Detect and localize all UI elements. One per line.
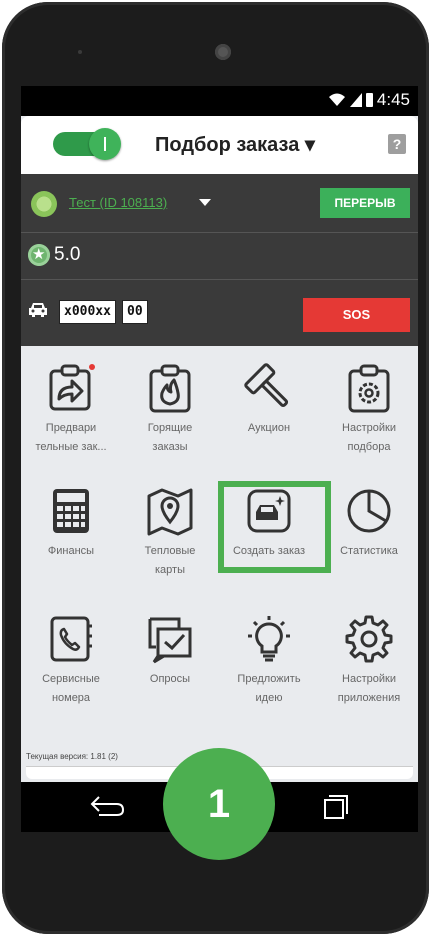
app-header: Подбор заказа ▾ ?	[21, 116, 418, 174]
clipboard-gear-icon	[348, 364, 390, 413]
calculator-icon	[53, 489, 89, 533]
front-camera	[215, 44, 231, 60]
tile-auction[interactable]: Аукцион	[221, 363, 317, 438]
chevron-down-icon[interactable]	[199, 199, 211, 206]
driver-avatar	[31, 191, 57, 217]
tile-label: тельные зак...	[35, 441, 107, 453]
driver-row: Тест (ID 108113) ПЕРЕРЫВ	[21, 174, 418, 232]
sensor-dot	[78, 50, 82, 54]
tile-label: подбора	[347, 441, 391, 453]
tile-label: идею	[255, 692, 283, 704]
tile-label: Аукцион	[247, 422, 291, 434]
tile-statistics[interactable]: Статистика	[321, 486, 417, 561]
back-arrow-icon[interactable]	[89, 795, 125, 817]
tile-label: Финансы	[47, 545, 95, 557]
tile-selection-settings[interactable]: Настройки подбора	[321, 363, 417, 457]
wifi-icon	[328, 93, 345, 106]
tile-label: Настройки	[342, 422, 396, 434]
plate-number: х000хх	[59, 300, 116, 324]
tile-label: Настройки	[342, 673, 396, 685]
gear-icon	[345, 615, 393, 663]
tile-service-numbers[interactable]: Сервисные номера	[23, 614, 119, 708]
online-toggle[interactable]	[53, 128, 121, 160]
clipboard-forward-icon	[49, 364, 95, 411]
tile-suggest-idea[interactable]: Предложить идею	[221, 614, 317, 708]
vehicle-row: х000хх 00 SOS	[21, 280, 418, 346]
tile-label: карты	[155, 564, 185, 576]
tile-label: приложения	[337, 692, 401, 704]
mode-dropdown[interactable]: Подбор заказа ▾	[155, 132, 315, 157]
signal-icon	[349, 93, 362, 107]
tile-surveys[interactable]: Опросы	[122, 614, 218, 689]
tile-label: номера	[51, 692, 91, 704]
plate-region: 00	[122, 300, 148, 324]
battery-icon	[365, 93, 373, 107]
help-button[interactable]: ?	[388, 134, 406, 154]
tile-preliminary-orders[interactable]: Предвари тельные зак...	[23, 363, 119, 457]
rating-star-icon	[28, 244, 50, 266]
rating-row: 5.0	[21, 233, 418, 279]
car-icon	[29, 303, 47, 317]
tile-app-settings[interactable]: Настройки приложения	[321, 614, 417, 708]
status-bar: 4:45	[21, 86, 418, 116]
tile-label: Опросы	[149, 673, 191, 685]
create-order-highlight	[218, 481, 331, 573]
pie-chart-icon	[347, 489, 391, 533]
recent-apps-icon[interactable]	[323, 794, 349, 820]
tile-heat-maps[interactable]: Тепловые карты	[122, 486, 218, 580]
phone-book-icon	[50, 616, 92, 662]
driver-name-link[interactable]: Тест (ID 108113)	[69, 195, 167, 210]
sos-button[interactable]: SOS	[303, 298, 410, 332]
map-pin-icon	[147, 488, 193, 536]
gavel-icon	[244, 363, 289, 408]
app-screen: 4:45 Подбор заказа ▾ ? Тест (ID 108113) …	[21, 86, 418, 782]
chat-check-icon	[148, 617, 192, 664]
app-version: Текущая версия: 1.81 (2)	[26, 752, 118, 761]
toggle-knob[interactable]	[89, 128, 121, 160]
tile-label: Тепловые	[144, 545, 196, 557]
tile-label: Предложить	[237, 673, 301, 685]
tile-hot-orders[interactable]: Горящие заказы	[122, 363, 218, 457]
tile-label: заказы	[152, 441, 188, 453]
tile-label: Сервисные	[42, 673, 100, 685]
status-time: 4:45	[376, 90, 410, 109]
clipboard-flame-icon	[149, 364, 191, 413]
tile-label: Горящие	[147, 422, 193, 434]
tile-label: Предвари	[45, 422, 97, 434]
tile-label: Статистика	[340, 545, 398, 557]
step-badge: 1	[163, 748, 275, 860]
break-button[interactable]: ПЕРЕРЫВ	[320, 188, 410, 218]
driver-rating: 5.0	[54, 244, 81, 265]
tile-finances[interactable]: Финансы	[23, 486, 119, 561]
lightbulb-icon	[248, 616, 290, 662]
